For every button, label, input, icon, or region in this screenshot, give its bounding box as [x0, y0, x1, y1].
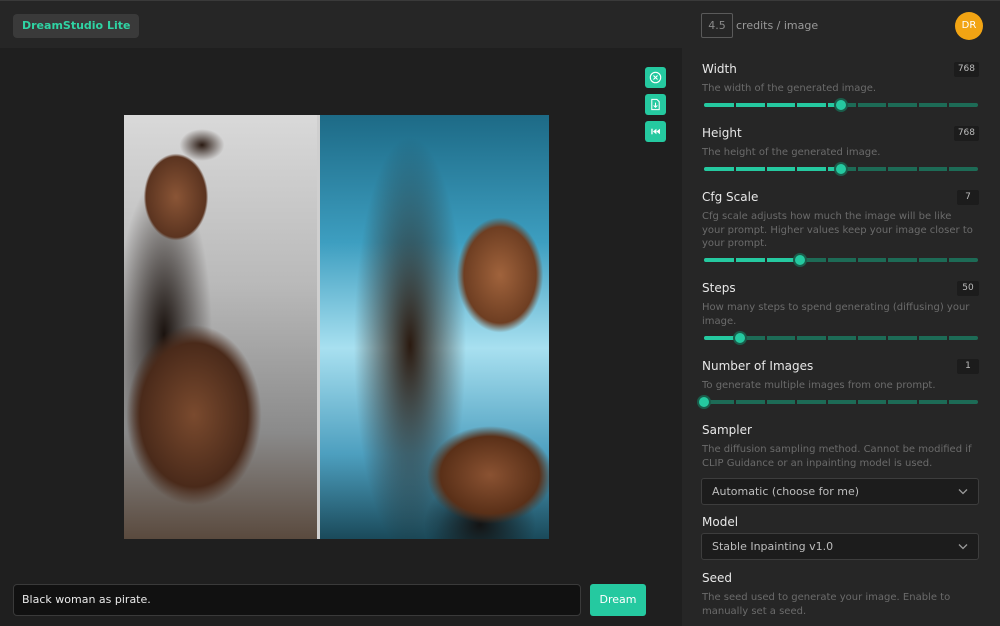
width-slider[interactable]	[704, 98, 978, 112]
image-left-panel	[124, 115, 317, 539]
slider-tick	[886, 103, 889, 107]
slider-tick	[947, 258, 950, 262]
model-title: Model	[702, 515, 739, 529]
cfg-scale-value: 7	[957, 190, 979, 205]
chevron-down-icon	[958, 544, 968, 550]
height-value: 768	[953, 126, 979, 141]
slider-tick	[825, 258, 828, 262]
avatar[interactable]: DR	[955, 12, 983, 40]
canvas-area	[0, 48, 682, 626]
settings-panel: Width 768 The width of the generated ima…	[682, 48, 1000, 626]
height-description: The height of the generated image.	[702, 147, 881, 158]
brand-logo[interactable]: DreamStudio Lite	[13, 14, 140, 38]
model-select[interactable]: Stable Inpainting v1.0	[701, 533, 979, 560]
sampler-select[interactable]: Automatic (choose for me)	[701, 478, 979, 505]
chevron-down-icon	[958, 489, 968, 495]
slider-fill	[704, 103, 841, 107]
num-images-description: To generate multiple images from one pro…	[702, 380, 936, 391]
slider-tick	[947, 103, 950, 107]
top-bar: DreamStudio Lite 4.5 credits / image DR	[0, 0, 1000, 48]
steps-slider[interactable]	[704, 331, 978, 345]
width-description: The width of the generated image.	[702, 83, 877, 94]
slider-tick	[856, 167, 859, 171]
slider-tick	[947, 167, 950, 171]
slider-tick	[825, 336, 828, 340]
image-right-panel	[320, 115, 549, 539]
sampler-title: Sampler	[702, 423, 752, 437]
slider-tick	[764, 336, 767, 340]
slider-tick	[916, 167, 919, 171]
slider-tick	[825, 400, 828, 404]
num-images-slider[interactable]	[697, 395, 978, 409]
steps-description: How many steps to spend generating (diff…	[702, 302, 970, 327]
slider-tick	[734, 258, 737, 262]
slider-tick	[825, 167, 828, 171]
slider-tick	[764, 167, 767, 171]
width-value: 768	[953, 62, 979, 77]
slider-tick	[916, 258, 919, 262]
download-icon	[651, 98, 660, 111]
credits-label: credits / image	[736, 19, 819, 32]
credits-per-image-value: 4.5	[701, 13, 733, 38]
cfg-scale-description: Cfg scale adjusts how much the image wil…	[702, 211, 973, 249]
slider-tick	[886, 336, 889, 340]
slider-tick	[886, 400, 889, 404]
slider-thumb[interactable]	[834, 162, 848, 176]
slider-tick	[856, 258, 859, 262]
slider-tick	[764, 103, 767, 107]
steps-value: 50	[957, 281, 979, 296]
cfg-scale-slider[interactable]	[704, 253, 978, 267]
slider-tick	[795, 336, 798, 340]
generated-image[interactable]	[124, 115, 549, 539]
steps-title: Steps	[702, 281, 736, 295]
slider-tick	[916, 336, 919, 340]
slider-tick	[916, 400, 919, 404]
reset-image-button[interactable]	[645, 121, 666, 142]
prompt-input[interactable]: Black woman as pirate.	[13, 584, 581, 616]
height-slider[interactable]	[704, 162, 978, 176]
slider-tick	[795, 167, 798, 171]
seed-description: The seed used to generate your image. En…	[702, 592, 951, 617]
slider-fill	[704, 258, 800, 262]
num-images-value: 1	[957, 359, 979, 374]
slider-tick	[734, 167, 737, 171]
slider-tick	[886, 258, 889, 262]
num-images-title: Number of Images	[702, 359, 814, 373]
height-title: Height	[702, 126, 742, 140]
width-title: Width	[702, 62, 737, 76]
slider-tick	[886, 167, 889, 171]
sampler-description: The diffusion sampling method. Cannot be…	[702, 444, 972, 469]
slider-tick	[947, 336, 950, 340]
slider-tick	[734, 400, 737, 404]
slider-tick	[916, 103, 919, 107]
slider-tick	[764, 258, 767, 262]
slider-thumb[interactable]	[697, 395, 711, 409]
clear-image-button[interactable]	[645, 67, 666, 88]
dream-button[interactable]: Dream	[590, 584, 646, 616]
slider-tick	[764, 400, 767, 404]
cfg-scale-title: Cfg Scale	[702, 190, 759, 204]
skip-back-icon	[651, 128, 660, 135]
slider-tick	[795, 103, 798, 107]
slider-tick	[734, 103, 737, 107]
slider-thumb[interactable]	[792, 253, 807, 267]
slider-tick	[947, 400, 950, 404]
slider-tick	[795, 400, 798, 404]
slider-tick	[856, 400, 859, 404]
slider-fill	[704, 167, 841, 171]
slider-tick	[825, 103, 828, 107]
close-circle-icon	[649, 71, 662, 84]
model-selected-value: Stable Inpainting v1.0	[712, 540, 834, 553]
slider-tick	[856, 336, 859, 340]
slider-thumb[interactable]	[732, 331, 747, 345]
seed-title: Seed	[702, 571, 732, 585]
download-image-button[interactable]	[645, 94, 666, 115]
slider-thumb[interactable]	[834, 98, 848, 112]
slider-tick	[856, 103, 859, 107]
sampler-selected-value: Automatic (choose for me)	[712, 485, 860, 498]
